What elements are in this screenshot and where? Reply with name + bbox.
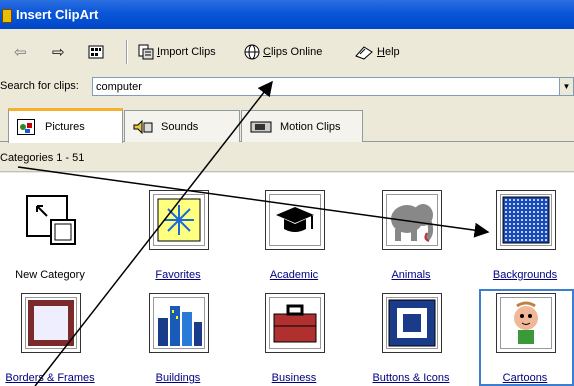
category-cartoons[interactable]: Cartoons [475, 293, 574, 386]
category-label: Buildings [155, 372, 201, 384]
category-business[interactable]: Business [244, 293, 344, 386]
thumbnail-view-button[interactable] [88, 42, 107, 62]
forward-arrow-icon: ⇨ [52, 44, 65, 61]
category-label: Favorites [155, 269, 201, 281]
clip-gallery: New Category Favorites Academic Animals … [0, 173, 574, 386]
category-label: Borders & Frames [5, 372, 95, 384]
tab-motion-clips[interactable]: Motion Clips [241, 110, 363, 142]
title-bar: Insert ClipArt [0, 0, 574, 29]
category-buttons-icons[interactable]: Buttons & Icons [361, 293, 461, 386]
grid-pattern-icon [496, 190, 556, 250]
category-label: Cartoons [502, 372, 548, 384]
category-borders-frames[interactable]: Borders & Frames [0, 293, 100, 386]
category-backgrounds[interactable]: Backgrounds [475, 190, 574, 290]
new-category-icon [21, 190, 81, 250]
chevron-down-icon: ▼ [562, 82, 571, 91]
city-icon [149, 293, 209, 353]
frame-icon [21, 293, 81, 353]
category-label: Animals [391, 269, 431, 281]
back-button[interactable]: ⇦ [14, 42, 30, 62]
tab-sounds-label: Sounds [161, 120, 199, 133]
clips-online-accel: C [263, 46, 271, 58]
tab-pictures[interactable]: Pictures [8, 108, 123, 143]
category-label: Buttons & Icons [372, 372, 450, 384]
search-row: Search for clips: ▼ [0, 75, 574, 99]
graduation-cap-icon [265, 190, 325, 250]
clips-online-label: lips Online [270, 46, 323, 58]
import-clips-button[interactable]: Import Clips [138, 42, 216, 62]
category-label: Academic [269, 269, 319, 281]
import-clips-label: mport Clips [160, 46, 216, 58]
import-clips-icon [138, 44, 154, 60]
help-label: elp [384, 46, 400, 58]
clipart-app-icon [2, 8, 12, 23]
search-input[interactable] [92, 77, 560, 96]
toolbar-separator [126, 40, 128, 64]
cartoon-character-icon [496, 293, 556, 353]
pictures-icon [17, 119, 35, 135]
tab-motion-clips-label: Motion Clips [280, 120, 341, 133]
button-icon [382, 293, 442, 353]
star-icon [149, 190, 209, 250]
elephant-icon [382, 190, 442, 250]
help-button[interactable]: Help [354, 42, 400, 62]
film-icon [250, 120, 272, 134]
back-arrow-icon: ⇦ [14, 44, 27, 61]
help-accel: H [377, 46, 385, 58]
forward-button[interactable]: ⇨ [52, 42, 68, 62]
window-title: Insert ClipArt [16, 7, 99, 22]
category-new-category[interactable]: New Category [0, 190, 100, 290]
category-count-header: Categories 1 - 51 [0, 144, 574, 172]
thumbnail-view-icon [88, 44, 104, 60]
category-label: Backgrounds [492, 269, 558, 281]
category-buildings[interactable]: Buildings [128, 293, 228, 386]
category-animals[interactable]: Animals [361, 190, 461, 290]
media-tabs: Pictures Sounds Motion Clips [0, 104, 574, 143]
tab-pictures-label: Pictures [45, 121, 85, 133]
help-icon [354, 44, 374, 60]
briefcase-icon [265, 293, 325, 353]
speaker-icon [133, 119, 153, 134]
clips-online-button[interactable]: Clips Online [244, 42, 322, 62]
tab-sounds[interactable]: Sounds [124, 110, 240, 142]
category-academic[interactable]: Academic [244, 190, 344, 290]
toolbar: ⇦ ⇨ Import Clips Clips Online Help [0, 32, 574, 72]
search-label: Search for clips: [0, 80, 79, 92]
category-label: New Category [15, 269, 85, 281]
globe-icon [244, 44, 260, 60]
category-favorites[interactable]: Favorites [128, 190, 228, 290]
category-label: Business [271, 372, 317, 384]
search-dropdown-button[interactable]: ▼ [560, 77, 574, 96]
